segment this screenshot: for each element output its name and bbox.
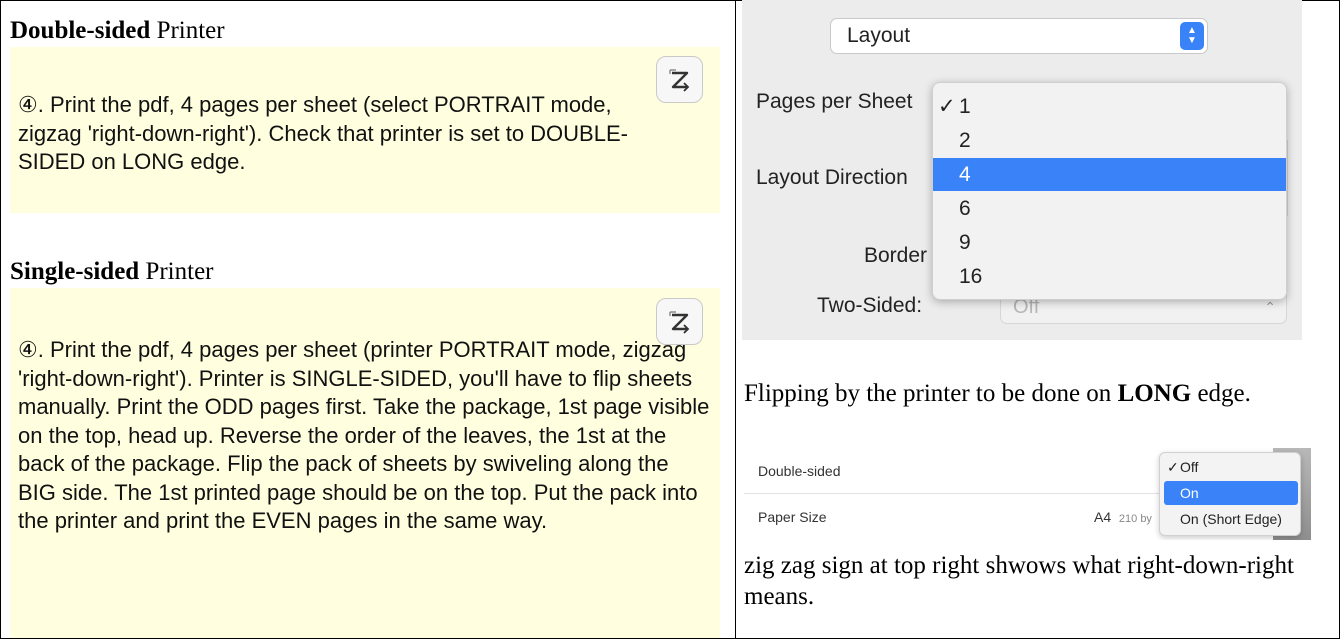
checkmark-icon: ✓ — [938, 95, 956, 118]
pages-per-sheet-label: Pages per Sheet — [756, 90, 913, 113]
paper-size-value[interactable]: A4 210 by — [1094, 509, 1152, 525]
column-divider — [735, 0, 736, 639]
double-sided-heading: Double-sided Printer — [10, 17, 225, 44]
zigzag-button[interactable] — [656, 56, 703, 103]
zigzag-icon — [668, 310, 689, 334]
double-sided-dialog-screenshot: Double-sided Paper Size A4 210 by ✓ Off … — [744, 448, 1311, 540]
zigzag-icon — [668, 68, 689, 92]
zigzag-note: zig zag sign at top right shwows what ri… — [744, 552, 1294, 610]
double-sided-option-on[interactable]: On — [1164, 481, 1298, 505]
flip-instruction: Flipping by the printer to be done on LO… — [744, 380, 1251, 407]
double-sided-option-off[interactable]: ✓ Off — [1164, 455, 1298, 479]
pages-per-sheet-dropdown: ✓ 1 2 4 6 9 16 — [932, 82, 1287, 300]
checkmark-icon: ✓ — [1167, 459, 1179, 475]
pages-option-4[interactable]: 4 — [933, 158, 1286, 191]
pages-option-6[interactable]: 6 — [933, 192, 1286, 225]
double-sided-label: Double-sided — [758, 463, 841, 479]
double-sided-text: ④. Print the pdf, 4 pages per sheet (sel… — [18, 92, 628, 174]
double-sided-menu: ✓ Off On On (Short Edge) — [1159, 452, 1301, 536]
layout-direction-label: Layout Direction — [756, 166, 908, 189]
double-sided-note: ④. Print the pdf, 4 pages per sheet (sel… — [10, 47, 720, 213]
border-label: Border — [864, 244, 928, 267]
pages-option-1[interactable]: ✓ 1 — [933, 90, 1286, 123]
pages-option-16[interactable]: 16 — [933, 260, 1286, 293]
select-stepper-icon: ▲ ▼ — [1180, 22, 1204, 50]
pages-option-2[interactable]: 2 — [933, 124, 1286, 157]
print-dialog-screenshot: Layout ▲ ▼ Pages per Sheet Layout Directi… — [742, 0, 1302, 340]
double-sided-option-short-edge[interactable]: On (Short Edge) — [1164, 507, 1298, 531]
single-sided-heading: Single-sided Printer — [10, 258, 214, 285]
layout-select[interactable]: Layout ▲ ▼ — [830, 18, 1208, 54]
two-sided-label: Two-Sided: — [817, 294, 923, 317]
zigzag-button[interactable] — [656, 298, 703, 345]
pages-option-9[interactable]: 9 — [933, 226, 1286, 259]
single-sided-text: ④. Print the pdf, 4 pages per sheet (pri… — [18, 337, 710, 533]
single-sided-note: ④. Print the pdf, 4 pages per sheet (pri… — [10, 288, 720, 638]
paper-size-label: Paper Size — [758, 509, 827, 525]
